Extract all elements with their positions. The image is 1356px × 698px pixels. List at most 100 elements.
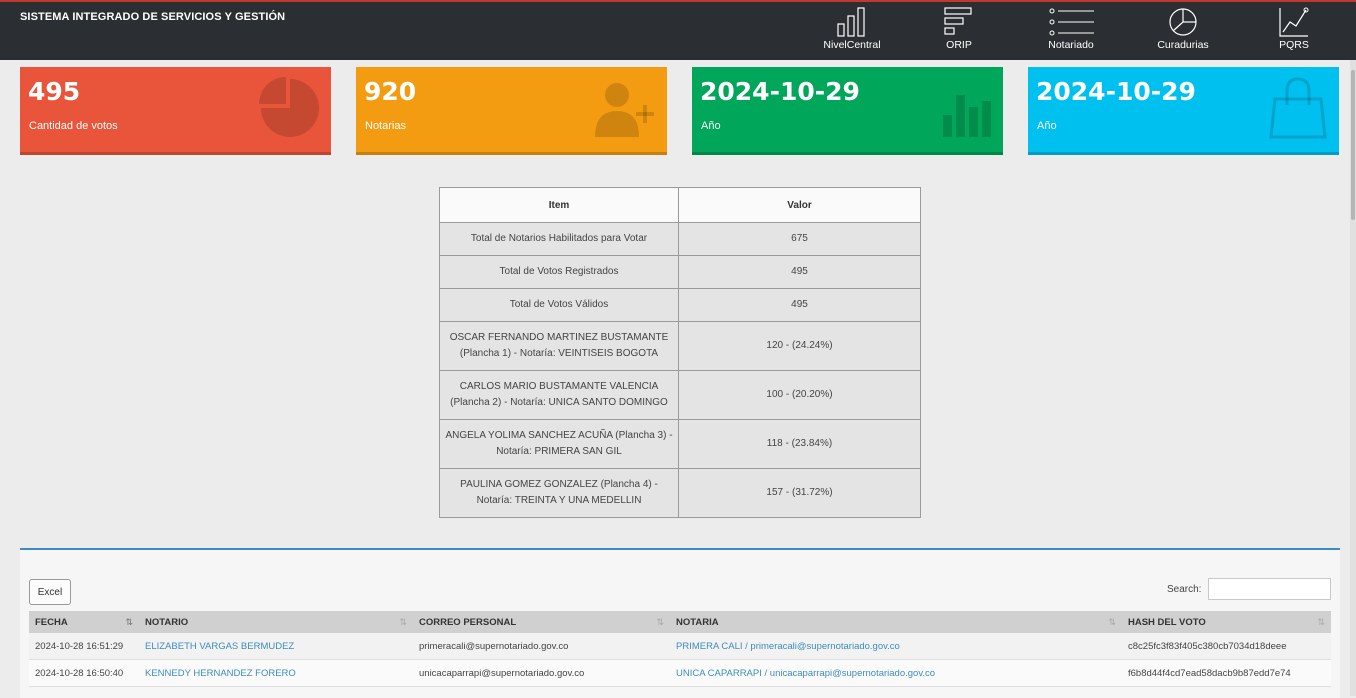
stat-card-notarias: 920 Notarias bbox=[356, 67, 667, 155]
results-item: ANGELA YOLIMA SANCHEZ ACUÑA (Plancha 3) … bbox=[439, 419, 679, 469]
results-item: Total de Votos Registrados bbox=[439, 255, 679, 289]
list-icon bbox=[1049, 8, 1094, 36]
results-value: 120 - (24.24%) bbox=[678, 321, 921, 371]
nav-label: ORIP bbox=[946, 39, 972, 51]
results-value: 157 - (31.72%) bbox=[678, 468, 921, 518]
stat-value: 920 bbox=[364, 77, 417, 106]
notaria-link[interactable]: PRIMERA CALI / primeracali@supernotariad… bbox=[676, 641, 900, 652]
cell-correo: primeracali@supernotariado.gov.co bbox=[413, 633, 670, 660]
table-row: 2024-10-28 16:50:40 KENNEDY HERNANDEZ FO… bbox=[29, 659, 1331, 687]
column-header-label: FECHA bbox=[35, 616, 68, 628]
nav-label: NivelCentral bbox=[823, 39, 881, 51]
column-header-label: NOTARIA bbox=[676, 616, 719, 628]
scrollbar-thumb[interactable] bbox=[1351, 70, 1355, 220]
stat-card-votos: 495 Cantidad de votos bbox=[20, 67, 331, 155]
results-item: Total de Votos Válidos bbox=[439, 288, 679, 322]
stat-label: Notarias bbox=[365, 120, 406, 132]
column-header-notaria[interactable]: NOTARIA ⇅ bbox=[670, 611, 1122, 633]
cell-notario: KENNEDY HERNANDEZ FORERO bbox=[139, 659, 413, 687]
bar-chart-icon bbox=[837, 7, 865, 37]
sort-icon: ⇅ bbox=[1108, 617, 1116, 627]
results-row: Total de Notarios Habilitados para Votar… bbox=[439, 222, 921, 256]
stat-label: Año bbox=[701, 120, 721, 132]
stat-card-ano-2: 2024-10-29 Año bbox=[1028, 67, 1339, 155]
column-header-label: CORREO PERSONAL bbox=[419, 616, 517, 628]
stat-label: Año bbox=[1037, 120, 1057, 132]
results-item-line2: Notaría: TREINTA Y UNA MEDELLIN bbox=[476, 495, 642, 506]
stat-value: 2024-10-29 bbox=[700, 77, 860, 106]
app-title: SISTEMA INTEGRADO DE SERVICIOS Y GESTIÓN bbox=[20, 11, 286, 23]
results-item-line1: ANGELA YOLIMA SANCHEZ ACUÑA (Plancha 3) … bbox=[445, 430, 673, 441]
results-row: ANGELA YOLIMA SANCHEZ ACUÑA (Plancha 3) … bbox=[439, 419, 921, 469]
results-item-line2: Notaría: PRIMERA SAN GIL bbox=[496, 446, 622, 457]
cell-notaria: UNICA CAPARRAPI / unicacaparrapi@superno… bbox=[670, 659, 1122, 687]
nav-label: Curadurias bbox=[1157, 39, 1209, 51]
votes-data-panel: Excel Search: FECHA ⇅ NOTARIO ⇅ CORREO P… bbox=[20, 548, 1340, 698]
nav-item-curadurias[interactable]: Curadurias bbox=[1138, 6, 1228, 60]
user-add-icon bbox=[595, 83, 654, 137]
results-row: OSCAR FERNANDO MARTINEZ BUSTAMANTE (Plan… bbox=[439, 321, 921, 371]
results-table: Item Valor Total de Notarios Habilitados… bbox=[439, 187, 921, 518]
cell-notario: ELIZABETH VARGAS BERMUDEZ bbox=[139, 633, 413, 660]
results-value: 495 bbox=[678, 288, 921, 322]
excel-export-button[interactable]: Excel bbox=[29, 579, 71, 605]
notario-link[interactable]: ELIZABETH VARGAS BERMUDEZ bbox=[145, 641, 294, 652]
pie-chart-icon bbox=[259, 77, 319, 137]
pie-chart-icon bbox=[1169, 8, 1197, 36]
results-row: Total de Votos Registrados 495 bbox=[439, 255, 921, 289]
sort-icon: ⇅ bbox=[656, 617, 664, 627]
column-header-correo[interactable]: CORREO PERSONAL ⇅ bbox=[413, 611, 670, 633]
page-scrollbar[interactable] bbox=[1350, 60, 1356, 696]
stat-value: 2024-10-29 bbox=[1036, 77, 1196, 106]
stat-card-ano: 2024-10-29 Año bbox=[692, 67, 1003, 155]
cell-fecha: 2024-10-28 16:51:29 bbox=[29, 633, 139, 660]
cell-hash: f6b8d44f4cd7ead58dacb9b87edd7e74 bbox=[1122, 659, 1331, 687]
results-item: OSCAR FERNANDO MARTINEZ BUSTAMANTE (Plan… bbox=[439, 321, 679, 371]
notario-link[interactable]: KENNEDY HERNANDEZ FORERO bbox=[145, 668, 296, 679]
column-header-notario[interactable]: NOTARIO ⇅ bbox=[139, 611, 413, 633]
top-navbar: SISTEMA INTEGRADO DE SERVICIOS Y GESTIÓN… bbox=[0, 0, 1356, 60]
results-header-item: Item bbox=[439, 187, 679, 223]
column-header-hash[interactable]: HASH DEL VOTO ⇅ bbox=[1122, 611, 1331, 633]
results-item: PAULINA GOMEZ GONZALEZ (Plancha 4) - Not… bbox=[439, 468, 679, 518]
cell-hash: c8c25fc3f83f405c380cb7034d18deee bbox=[1122, 633, 1331, 660]
sort-icon: ⇅ bbox=[125, 617, 133, 627]
results-item: CARLOS MARIO BUSTAMANTE VALENCIA (Planch… bbox=[439, 370, 679, 420]
sort-icon: ⇅ bbox=[1317, 617, 1325, 627]
results-value: 495 bbox=[678, 255, 921, 289]
results-value: 100 - (20.20%) bbox=[678, 370, 921, 420]
nav-item-nivelcentral[interactable]: NivelCentral bbox=[807, 6, 897, 60]
column-header-fecha[interactable]: FECHA ⇅ bbox=[29, 611, 139, 633]
results-row: PAULINA GOMEZ GONZALEZ (Plancha 4) - Not… bbox=[439, 468, 921, 518]
results-item-line1: PAULINA GOMEZ GONZALEZ (Plancha 4) - bbox=[460, 479, 658, 490]
nav-item-orip[interactable]: ORIP bbox=[914, 6, 1004, 60]
results-item: Total de Notarios Habilitados para Votar bbox=[439, 222, 679, 256]
results-item-line1: CARLOS MARIO BUSTAMANTE VALENCIA bbox=[459, 381, 659, 392]
results-value: 675 bbox=[678, 222, 921, 256]
line-chart-icon bbox=[1279, 7, 1309, 37]
column-header-label: NOTARIO bbox=[145, 616, 189, 628]
votes-table: FECHA ⇅ NOTARIO ⇅ CORREO PERSONAL ⇅ NOTA… bbox=[29, 611, 1331, 687]
bar-chart-icon bbox=[943, 95, 991, 137]
nav-label: Notariado bbox=[1048, 39, 1094, 51]
search-label: Search: bbox=[1167, 584, 1202, 595]
cell-notaria: PRIMERA CALI / primeracali@supernotariad… bbox=[670, 633, 1122, 660]
table-row: 2024-10-28 16:51:29 ELIZABETH VARGAS BER… bbox=[29, 633, 1331, 660]
column-header-label: HASH DEL VOTO bbox=[1128, 616, 1206, 628]
results-item-line2: (Plancha 2) - Notaría: UNICA SANTO DOMIN… bbox=[450, 397, 668, 408]
list-blocks-icon bbox=[944, 7, 972, 35]
results-item-line2: (Plancha 1) - Notaría: VEINTISEIS BOGOTA bbox=[459, 348, 659, 359]
sort-icon: ⇅ bbox=[399, 617, 407, 627]
nav-item-notariado[interactable]: Notariado bbox=[1026, 6, 1116, 60]
results-item-line1: OSCAR FERNANDO MARTINEZ BUSTAMANTE bbox=[449, 332, 669, 343]
stat-label: Cantidad de votos bbox=[29, 120, 118, 132]
shopping-bag-icon bbox=[1269, 77, 1327, 139]
search-input[interactable] bbox=[1208, 578, 1331, 600]
stat-value: 495 bbox=[28, 77, 81, 106]
cell-correo: unicacaparrapi@supernotariado.gov.co bbox=[413, 659, 670, 687]
results-header-valor: Valor bbox=[678, 187, 921, 223]
results-row: Total de Votos Válidos 495 bbox=[439, 288, 921, 322]
nav-item-pqrs[interactable]: PQRS bbox=[1249, 6, 1339, 60]
notaria-link[interactable]: UNICA CAPARRAPI / unicacaparrapi@superno… bbox=[676, 668, 935, 679]
results-value: 118 - (23.84%) bbox=[678, 419, 921, 469]
